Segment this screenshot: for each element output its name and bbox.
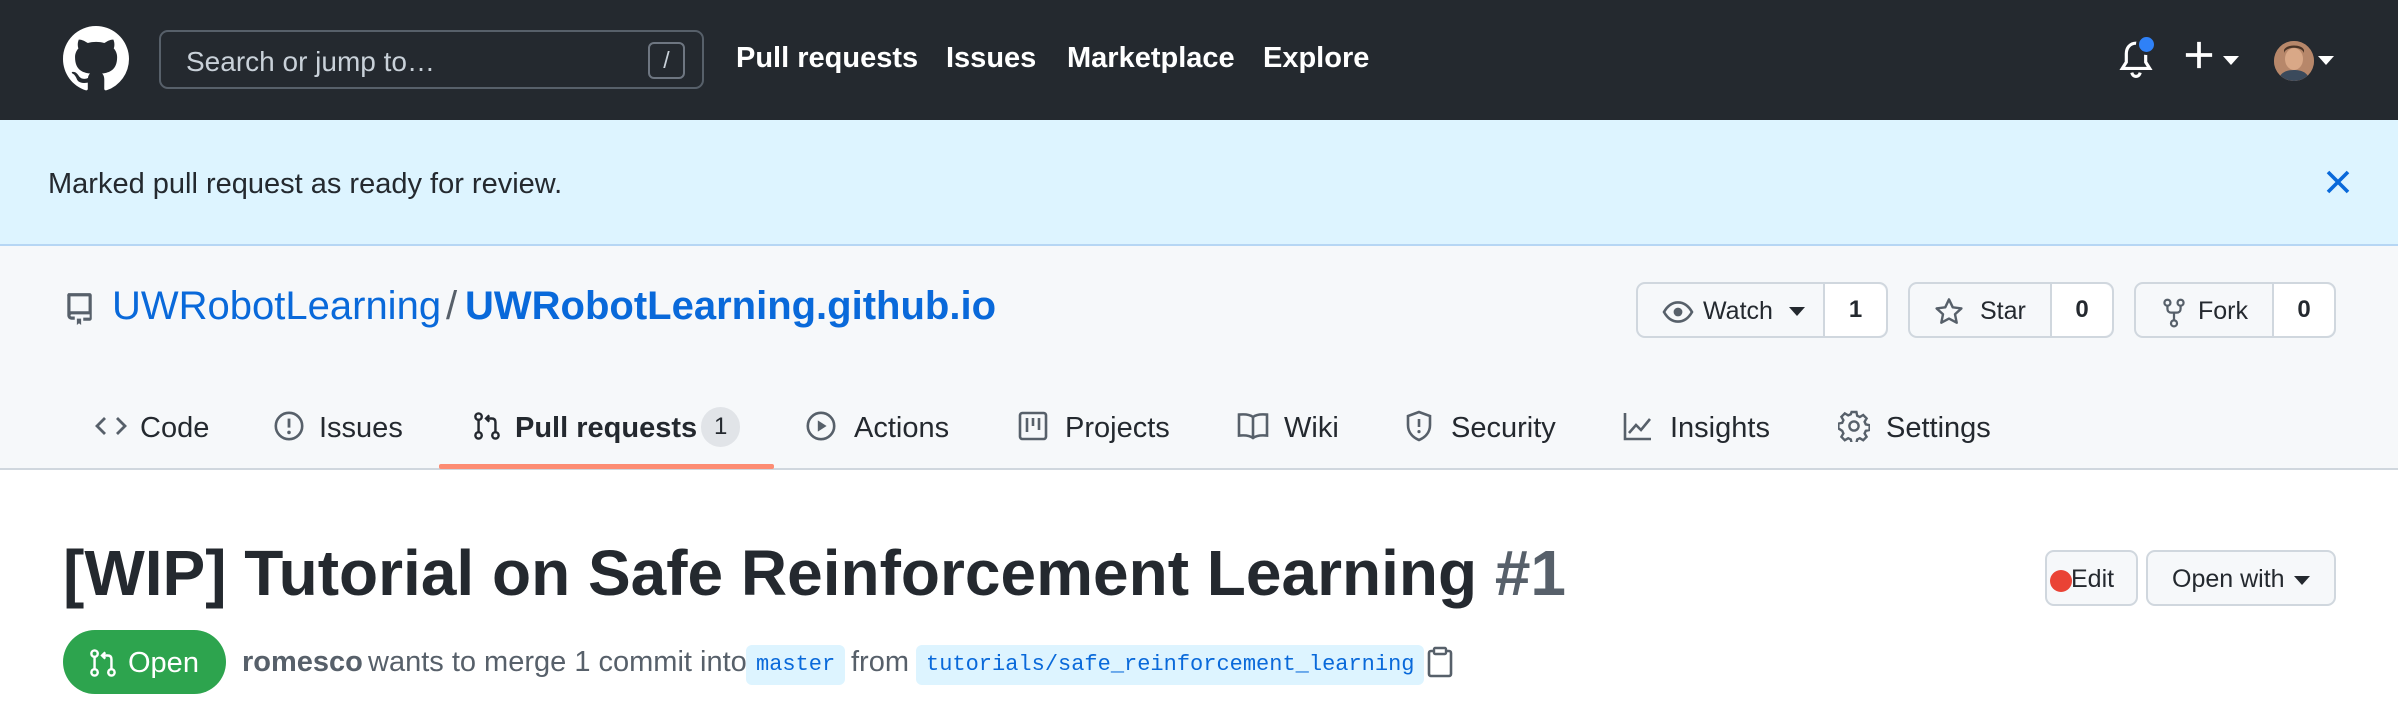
pr-title-text: [WIP] Tutorial on Safe Reinforcement Lea…: [63, 537, 1478, 609]
repo-name-link[interactable]: UWRobotLearning.github.io: [465, 284, 996, 329]
search-shortcut-badge: /: [648, 42, 685, 79]
tab-label: Insights: [1670, 412, 1770, 444]
nav-pull-requests[interactable]: Pull requests: [736, 42, 918, 75]
tab-label: Issues: [319, 412, 403, 444]
star-button[interactable]: Star: [1910, 284, 2052, 336]
pull-request-icon: [474, 412, 500, 440]
edit-button[interactable]: Edit: [2045, 550, 2138, 606]
page-title: [WIP] Tutorial on Safe Reinforcement Lea…: [63, 536, 1566, 610]
from-text: from: [851, 646, 909, 678]
star-label: Star: [1980, 297, 2026, 325]
tab-label: Code: [140, 412, 210, 444]
plus-icon[interactable]: [2184, 40, 2214, 70]
tab-label: Settings: [1886, 412, 1991, 444]
project-icon: [1018, 411, 1048, 441]
merge-description: wants to merge 1 commit into: [368, 646, 747, 678]
status-label: Open: [128, 647, 199, 679]
tab-label: Pull requests: [515, 412, 698, 444]
repo-owner-link[interactable]: UWRobotLearning: [112, 284, 441, 329]
watch-button[interactable]: Watch: [1638, 284, 1825, 336]
watch-count[interactable]: 1: [1825, 284, 1886, 336]
fork-button[interactable]: Fork: [2136, 284, 2274, 336]
fork-count[interactable]: 0: [2274, 284, 2334, 336]
chevron-down-icon: [1789, 307, 1805, 316]
book-icon: [1237, 413, 1269, 440]
open-with-label: Open with: [2172, 565, 2285, 593]
fork-button-group: Fork 0: [2134, 282, 2336, 338]
flash-message: Marked pull request as ready for review.: [48, 168, 563, 200]
clipboard-copy-icon[interactable]: [1426, 646, 1454, 678]
flash-notice: Marked pull request as ready for review.: [0, 120, 2398, 246]
code-icon: [95, 417, 127, 435]
search-placeholder: Search or jump to…: [186, 46, 435, 77]
graph-icon: [1623, 413, 1652, 441]
search-input[interactable]: Search or jump to… /: [159, 30, 704, 89]
nav-explore[interactable]: Explore: [1263, 42, 1369, 75]
pr-author-link[interactable]: romesco: [242, 646, 363, 679]
notification-indicator: [2136, 34, 2157, 55]
fork-label: Fork: [2198, 297, 2248, 325]
eye-icon: [1662, 301, 1694, 323]
repository-header: UWRobotLearning / UWRobotLearning.github…: [0, 246, 2398, 470]
tab-label: Wiki: [1284, 412, 1339, 444]
star-icon: [1935, 298, 1963, 324]
avatar[interactable]: [2274, 41, 2314, 81]
star-count[interactable]: 0: [2052, 284, 2112, 336]
tab-label: Projects: [1065, 412, 1170, 444]
issue-icon: [274, 411, 304, 441]
watch-label: Watch: [1703, 297, 1773, 325]
repo-tabs: Code Issues Pull requests 1 Actions Proj…: [0, 392, 2398, 470]
repo-icon: [67, 293, 92, 325]
close-icon[interactable]: [2322, 166, 2354, 198]
repo-path-separator: /: [446, 284, 458, 328]
create-caret-icon[interactable]: [2223, 56, 2239, 65]
pull-request-icon: [90, 649, 116, 677]
edit-label: Edit: [2071, 565, 2115, 593]
shield-icon: [1406, 410, 1432, 442]
pull-requests-count-badge: 1: [701, 407, 741, 447]
record-dot-icon: [2050, 570, 2072, 592]
github-logo-icon[interactable]: [63, 26, 129, 92]
tab-label: Security: [1451, 412, 1556, 444]
global-header: Search or jump to… / Pull requests Issue…: [0, 0, 2398, 120]
pr-number: #1: [1494, 537, 1566, 609]
chevron-down-icon: [2294, 576, 2310, 585]
active-tab-indicator: [439, 464, 774, 469]
play-icon: [806, 411, 836, 441]
nav-marketplace[interactable]: Marketplace: [1067, 42, 1235, 75]
watch-button-group: Watch 1: [1636, 282, 1888, 338]
status-badge: Open: [63, 630, 226, 694]
user-menu-caret-icon[interactable]: [2318, 56, 2334, 65]
tab-label: Actions: [854, 412, 950, 444]
fork-icon: [2163, 298, 2185, 328]
base-branch[interactable]: master: [746, 645, 846, 685]
star-button-group: Star 0: [1908, 282, 2114, 338]
head-branch[interactable]: tutorials/safe_reinforcement_learning: [916, 645, 1425, 685]
gear-icon: [1838, 410, 1870, 442]
open-with-button[interactable]: Open with: [2146, 550, 2336, 606]
nav-issues[interactable]: Issues: [946, 42, 1036, 75]
